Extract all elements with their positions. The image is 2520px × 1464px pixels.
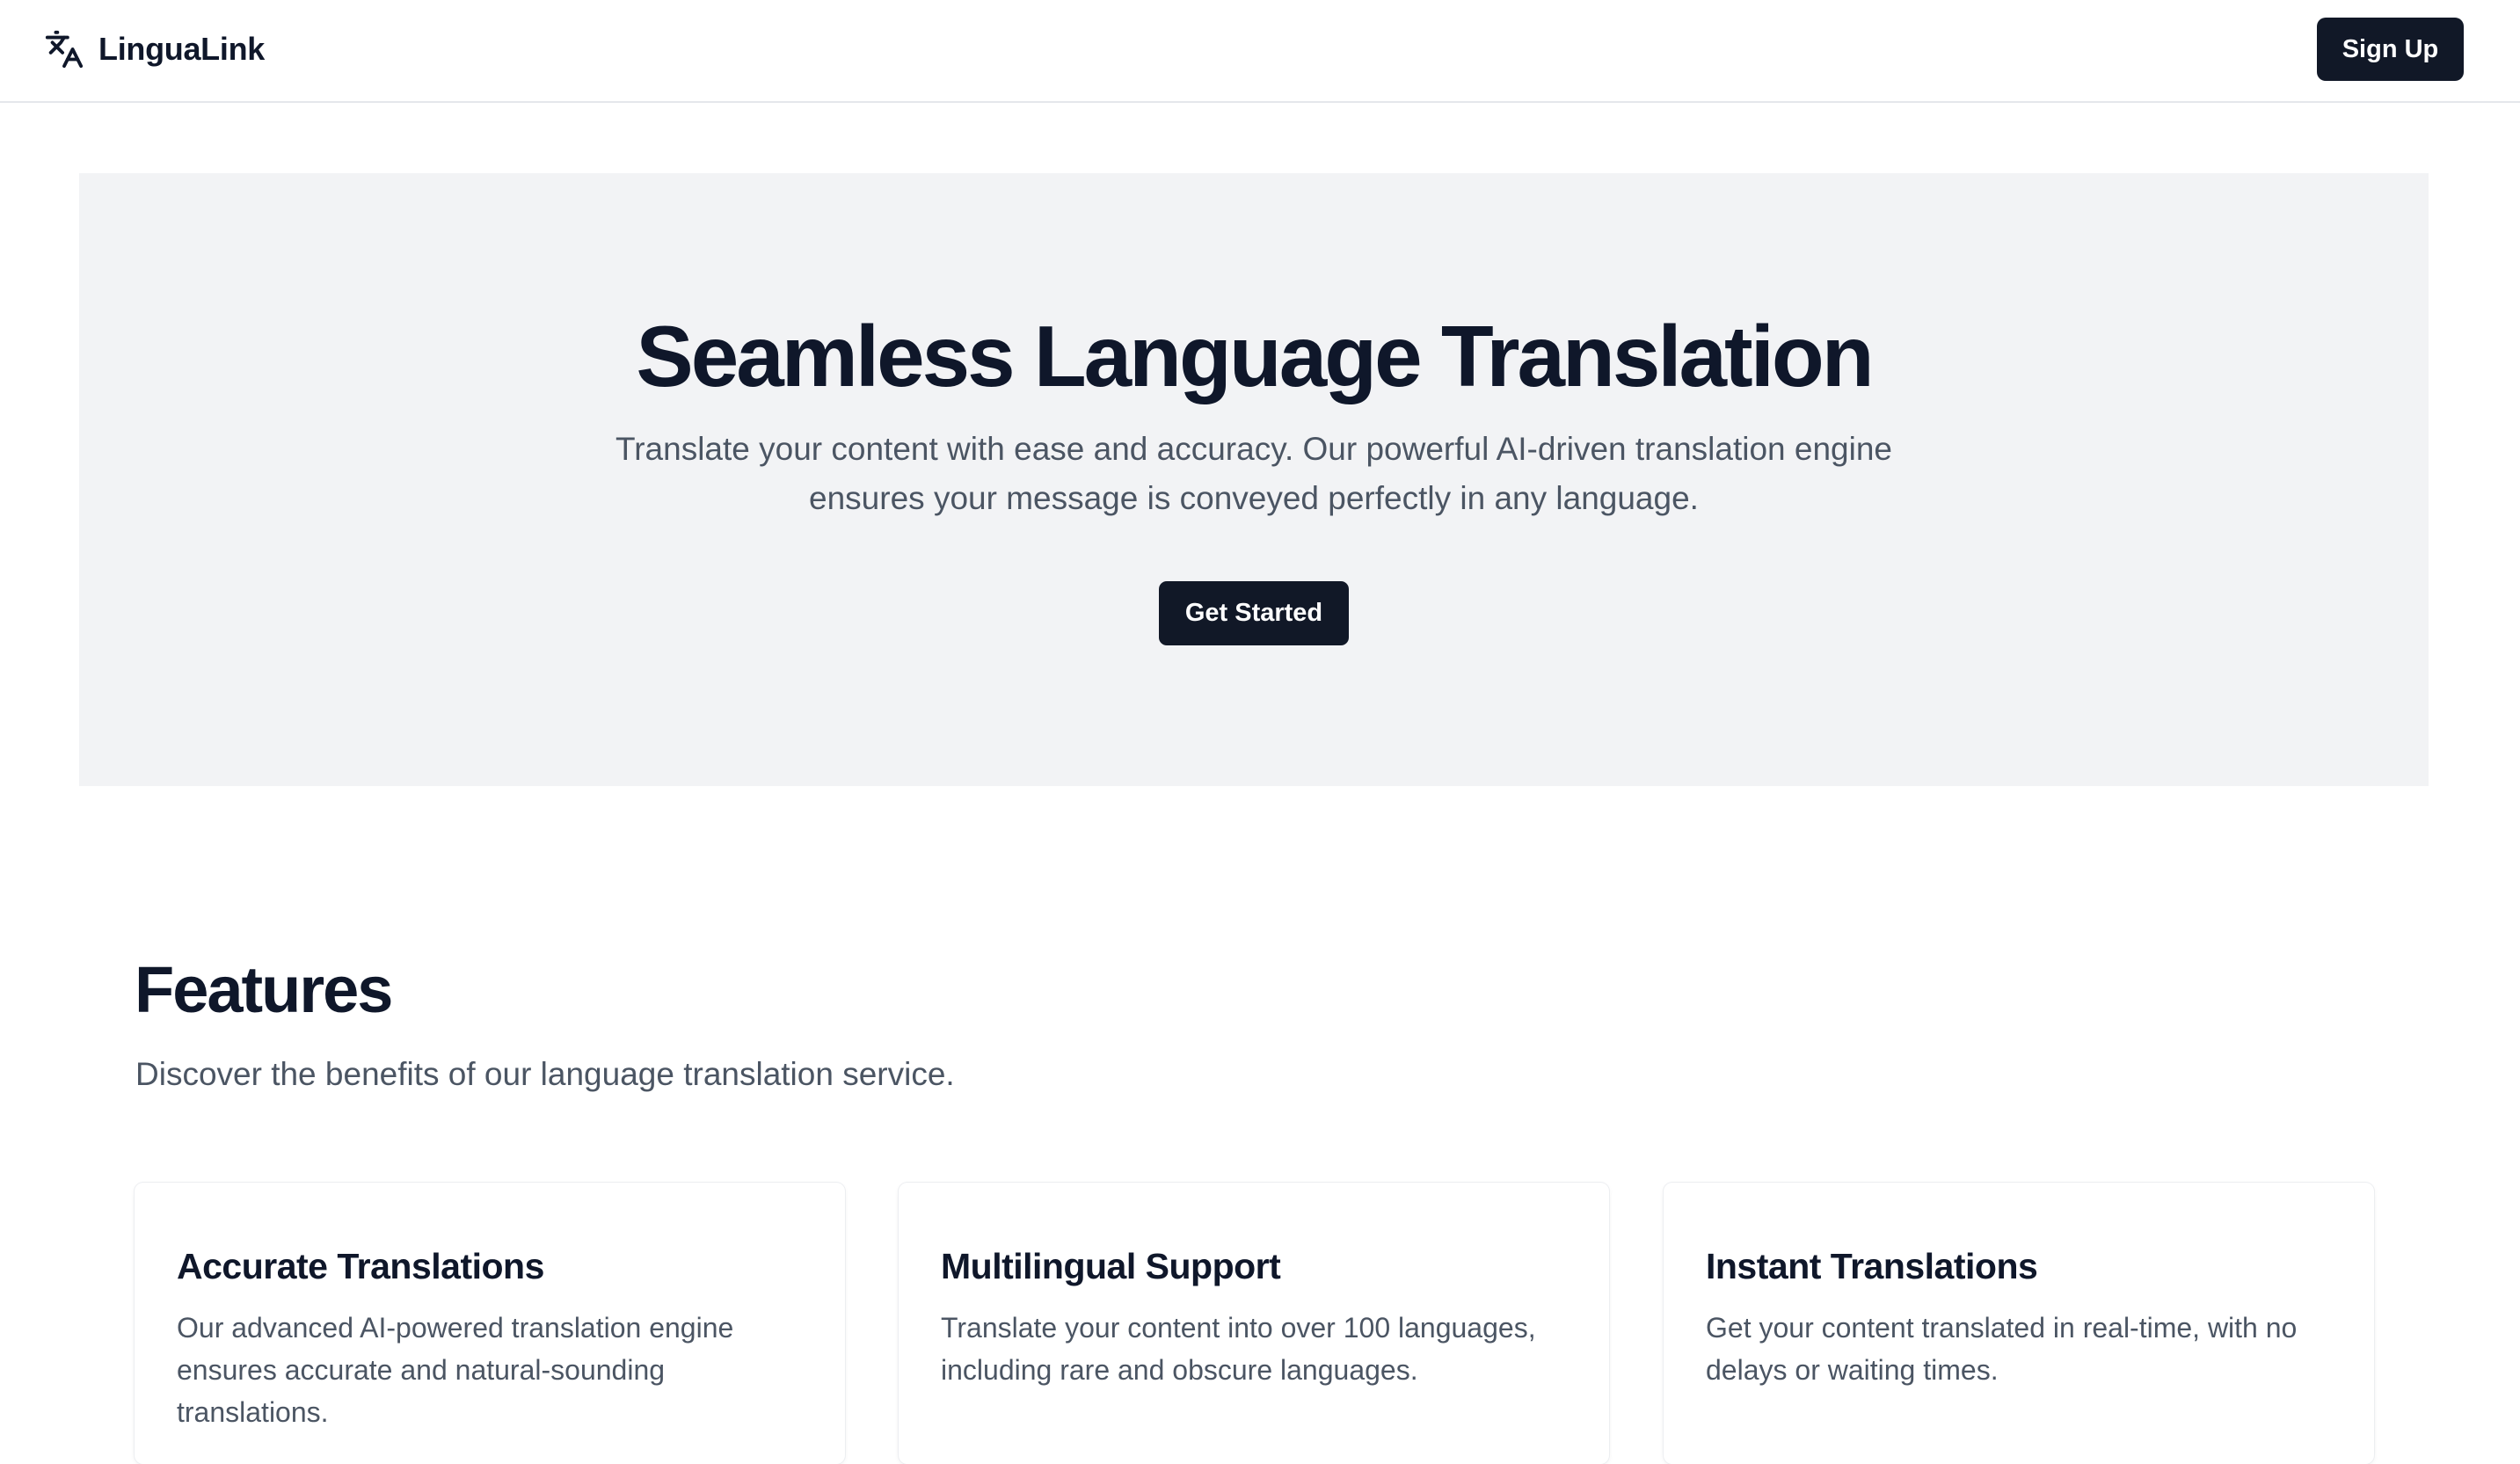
sign-up-button[interactable]: Sign Up	[2317, 18, 2464, 81]
translate-icon	[45, 30, 84, 69]
brand[interactable]: LinguaLink	[44, 26, 265, 72]
get-started-button[interactable]: Get Started	[1159, 581, 1349, 645]
brand-name: LinguaLink	[98, 31, 265, 67]
feature-card-description: Get your content translated in real-time…	[1706, 1312, 2298, 1386]
feature-card-description: Our advanced AI-powered translation engi…	[177, 1312, 734, 1428]
features-title: Features	[135, 953, 393, 1026]
feature-card-title: Accurate Translations	[177, 1246, 544, 1286]
feature-card-instant-translations: Instant Translations Get your content tr…	[1664, 1183, 2374, 1464]
feature-card-multilingual-support: Multilingual Support Translate your cont…	[899, 1183, 1609, 1464]
hero-subtitle: Translate your content with ease and acc…	[615, 431, 1892, 516]
feature-card-description: Translate your content into over 100 lan…	[941, 1312, 1536, 1386]
hero-title: Seamless Language Translation	[636, 308, 1874, 404]
features-subtitle: Discover the benefits of our language tr…	[135, 1056, 955, 1092]
top-nav: LinguaLink Sign Up	[0, 0, 2520, 103]
hero-section: Seamless Language Translation Translate …	[79, 173, 2429, 786]
feature-card-title: Instant Translations	[1706, 1246, 2038, 1286]
feature-card-title: Multilingual Support	[941, 1246, 1281, 1286]
feature-card-accurate-translations: Accurate Translations Our advanced AI-po…	[135, 1183, 845, 1464]
